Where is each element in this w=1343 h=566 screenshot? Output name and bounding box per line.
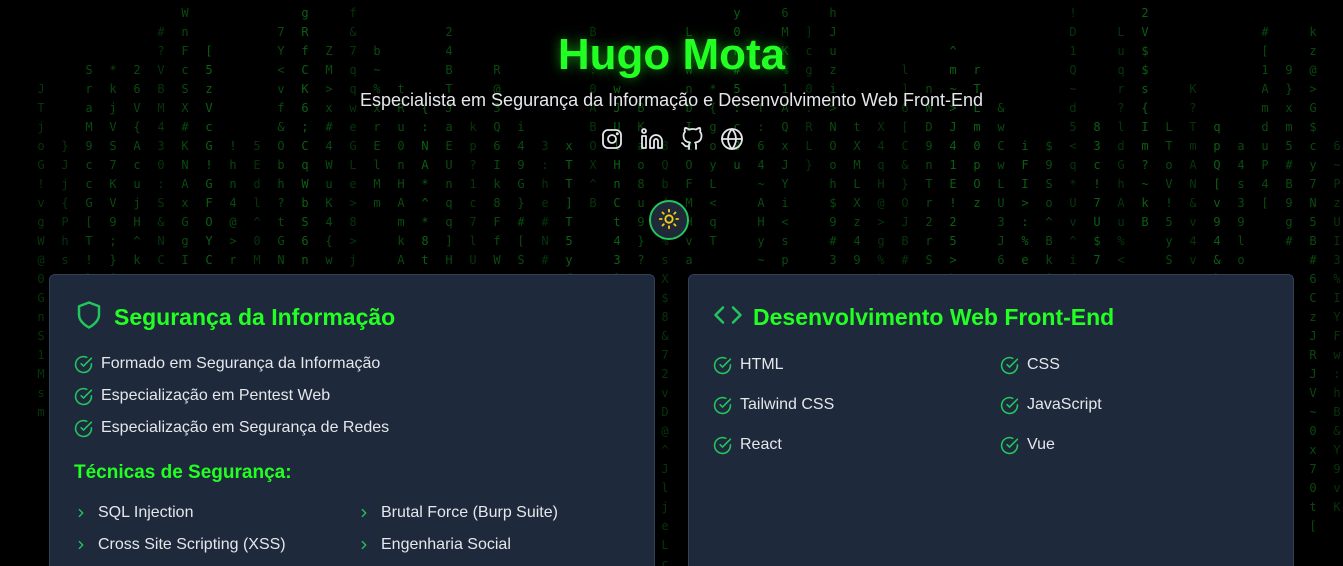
list-item: Especialização em Segurança de Redes <box>74 412 389 444</box>
frontend-card: Desenvolvimento Web Front-End HTML CSS T… <box>688 274 1294 566</box>
skill-item: HTML <box>713 345 1000 385</box>
instagram-link[interactable] <box>600 127 624 156</box>
linkedin-link[interactable] <box>640 127 664 156</box>
technique-label: Engenharia Social <box>381 536 511 553</box>
chevron-right-icon <box>357 506 371 520</box>
skill-item: JavaScript <box>1000 385 1270 425</box>
check-circle-icon <box>1000 436 1019 455</box>
technique-label: Brutal Force (Burp Suite) <box>381 504 558 521</box>
code-icon <box>713 300 743 335</box>
skill-label: Vue <box>1027 436 1055 453</box>
list-item-label: Formado em Segurança da Informação <box>101 355 381 372</box>
check-circle-icon <box>74 419 93 438</box>
technique-label: Cross Site Scripting (XSS) <box>98 536 286 553</box>
technique-item: SQL Injection <box>74 497 357 529</box>
techniques-heading: Técnicas de Segurança: <box>74 462 292 483</box>
check-circle-icon <box>1000 356 1019 375</box>
shield-icon <box>74 300 104 335</box>
github-icon <box>680 126 704 156</box>
technique-label: SQL Injection <box>98 504 194 521</box>
technique-item: Engenharia Social <box>357 529 640 561</box>
skill-label: React <box>740 436 782 453</box>
frontend-card-title: Desenvolvimento Web Front-End <box>753 304 1115 330</box>
page-title: Hugo Mota <box>557 30 786 79</box>
security-card-header: Segurança da Informação <box>74 300 395 335</box>
website-link[interactable] <box>720 127 744 156</box>
list-item: Formado em Segurança da Informação <box>74 348 389 380</box>
sun-icon <box>658 208 680 233</box>
instagram-icon <box>600 127 624 156</box>
list-item-label: Especialização em Segurança de Redes <box>101 419 390 436</box>
skill-label: CSS <box>1027 356 1060 373</box>
linkedin-icon <box>640 127 664 156</box>
skill-label: Tailwind CSS <box>740 396 835 413</box>
skill-item: Vue <box>1000 425 1270 465</box>
security-card-title: Segurança da Informação <box>114 304 396 330</box>
skill-item: React <box>713 425 1000 465</box>
social-links <box>0 126 1343 156</box>
security-card: Segurança da Informação Formado em Segur… <box>49 274 655 566</box>
github-link[interactable] <box>680 126 704 156</box>
security-qualifications-list: Formado em Segurança da Informação Espec… <box>74 348 389 444</box>
skill-label: JavaScript <box>1027 396 1102 413</box>
chevron-right-icon <box>357 538 371 552</box>
page: J T j o G ! v g W @ 0 G n S 1 M s m } J … <box>0 0 1343 566</box>
skill-item: CSS <box>1000 345 1270 385</box>
skill-label: HTML <box>740 356 784 373</box>
check-circle-icon <box>74 355 93 374</box>
check-circle-icon <box>74 387 93 406</box>
chevron-right-icon <box>74 506 88 520</box>
frontend-card-header: Desenvolvimento Web Front-End <box>713 300 1114 335</box>
chevron-right-icon <box>74 538 88 552</box>
check-circle-icon <box>1000 396 1019 415</box>
technique-item: Cross Site Scripting (XSS) <box>74 529 357 561</box>
check-circle-icon <box>713 436 732 455</box>
techniques-list: SQL Injection Brutal Force (Burp Suite) … <box>74 497 634 561</box>
list-item-label: Especialização em Pentest Web <box>101 387 331 404</box>
check-circle-icon <box>713 356 732 375</box>
check-circle-icon <box>713 396 732 415</box>
globe-icon <box>720 127 744 156</box>
page-subtitle: Especialista em Segurança da Informação … <box>360 90 983 110</box>
list-item: Especialização em Pentest Web <box>74 380 389 412</box>
skills-list: HTML CSS Tailwind CSS JavaScript React V… <box>713 345 1273 465</box>
technique-item: Brutal Force (Burp Suite) <box>357 497 640 529</box>
theme-toggle-button[interactable] <box>649 200 689 240</box>
skill-item: Tailwind CSS <box>713 385 1000 425</box>
